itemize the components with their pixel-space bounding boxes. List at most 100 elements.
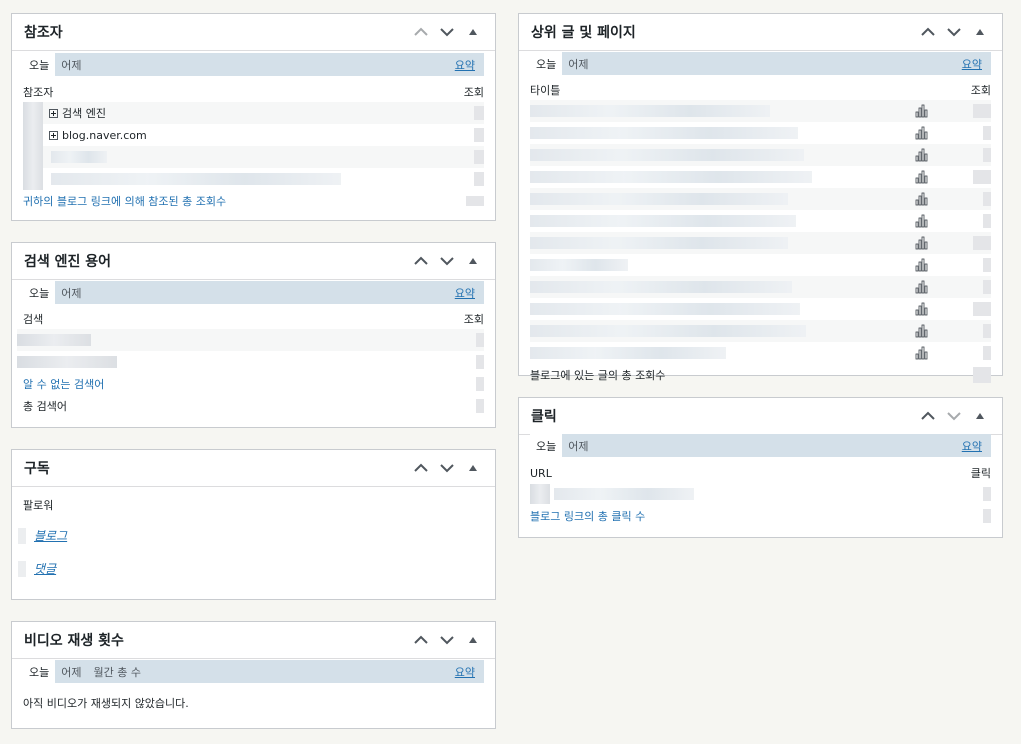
redacted-post-title[interactable] bbox=[530, 325, 806, 337]
panel-title: 구독 bbox=[24, 461, 50, 477]
stats-icon[interactable] bbox=[915, 258, 929, 272]
redacted-post-title[interactable] bbox=[530, 127, 798, 139]
collapse-toggle-icon[interactable] bbox=[969, 22, 991, 42]
move-down-icon[interactable] bbox=[436, 458, 458, 478]
tab-today[interactable]: 오늘 bbox=[23, 281, 56, 304]
move-up-icon[interactable] bbox=[410, 630, 432, 650]
panel-header: 구독 bbox=[12, 450, 495, 487]
stats-icon[interactable] bbox=[915, 192, 929, 206]
stats-icon[interactable] bbox=[915, 104, 929, 118]
tab-monthly-total[interactable]: 월간 총 수 bbox=[88, 660, 147, 683]
list-item[interactable]: blog.naver.com bbox=[23, 124, 484, 146]
move-up-icon[interactable] bbox=[410, 458, 432, 478]
redacted-post-title[interactable] bbox=[530, 193, 788, 205]
panel-header: 검색 엔진 용어 bbox=[12, 243, 495, 280]
col-views: 조회 bbox=[463, 86, 484, 99]
total-clicks-link[interactable]: 블로그 링크의 총 클릭 수 bbox=[530, 508, 645, 524]
summary-link[interactable]: 요약 bbox=[455, 285, 475, 301]
col-referrer: 참조자 bbox=[23, 86, 54, 99]
stats-icon[interactable] bbox=[915, 236, 929, 250]
redacted-post-title[interactable] bbox=[530, 215, 796, 227]
stats-icon[interactable] bbox=[915, 346, 929, 360]
table-row[interactable] bbox=[530, 166, 991, 188]
move-down-icon[interactable] bbox=[943, 22, 965, 42]
tab-today[interactable]: 오늘 bbox=[530, 434, 563, 457]
move-down-icon[interactable] bbox=[436, 251, 458, 271]
move-up-icon[interactable] bbox=[410, 22, 432, 42]
table-row[interactable] bbox=[530, 320, 991, 342]
table-row[interactable] bbox=[530, 144, 991, 166]
table-row[interactable] bbox=[530, 342, 991, 364]
table-row[interactable] bbox=[530, 210, 991, 232]
stats-icon[interactable] bbox=[915, 280, 929, 294]
panel-title: 상위 글 및 페이지 bbox=[531, 25, 636, 41]
move-down-icon[interactable] bbox=[943, 406, 965, 426]
panel-header: 참조자 bbox=[12, 14, 495, 51]
redacted-post-title[interactable] bbox=[530, 149, 804, 161]
move-up-icon[interactable] bbox=[917, 22, 939, 42]
move-down-icon[interactable] bbox=[436, 630, 458, 650]
stats-icon[interactable] bbox=[915, 324, 929, 338]
table-row[interactable] bbox=[530, 100, 991, 122]
tab-yesterday[interactable]: 어제 bbox=[55, 660, 87, 683]
summary-link[interactable]: 요약 bbox=[962, 438, 982, 454]
table-row[interactable] bbox=[530, 298, 991, 320]
collapse-toggle-icon[interactable] bbox=[462, 630, 484, 650]
redacted-post-title[interactable] bbox=[530, 303, 800, 315]
move-up-icon[interactable] bbox=[410, 251, 432, 271]
stats-icon[interactable] bbox=[915, 148, 929, 162]
summary-link[interactable]: 요약 bbox=[455, 664, 475, 680]
collapse-toggle-icon[interactable] bbox=[462, 458, 484, 478]
tab-today[interactable]: 오늘 bbox=[530, 52, 563, 75]
list-item[interactable] bbox=[23, 146, 484, 168]
stats-icon[interactable] bbox=[915, 126, 929, 140]
table-row[interactable] bbox=[530, 188, 991, 210]
table-row[interactable] bbox=[530, 254, 991, 276]
blog-followers-link[interactable]: 블로그 bbox=[34, 527, 67, 544]
table-row[interactable] bbox=[530, 122, 991, 144]
col-title: 타이틀 bbox=[530, 84, 561, 97]
tab-yesterday[interactable]: 어제 bbox=[55, 281, 87, 304]
referrers-panel: 참조자 오늘 어제 요약 참조자 조회 검색 엔진 blog.naver.com… bbox=[11, 13, 496, 221]
collapse-toggle-icon[interactable] bbox=[969, 406, 991, 426]
list-item[interactable]: 검색 엔진 bbox=[23, 102, 484, 124]
list-item[interactable] bbox=[530, 483, 991, 505]
list-item[interactable] bbox=[23, 168, 484, 190]
tab-yesterday[interactable]: 어제 bbox=[562, 52, 594, 75]
move-up-icon[interactable] bbox=[917, 406, 939, 426]
redacted-post-title[interactable] bbox=[530, 259, 628, 271]
followers-label: 팔로워 bbox=[23, 499, 54, 512]
top-posts-footer: 블로그에 있는 글의 총 조회수 bbox=[519, 364, 1002, 386]
redacted-post-title[interactable] bbox=[530, 281, 792, 293]
redacted-post-title[interactable] bbox=[530, 347, 726, 359]
stats-icon[interactable] bbox=[915, 170, 929, 184]
total-terms-row: 총 검색어 bbox=[12, 395, 495, 417]
table-row[interactable] bbox=[530, 276, 991, 298]
collapse-toggle-icon[interactable] bbox=[462, 22, 484, 42]
tab-today[interactable]: 오늘 bbox=[23, 53, 56, 76]
tab-today[interactable]: 오늘 bbox=[23, 660, 56, 683]
comment-followers-link[interactable]: 댓글 bbox=[34, 560, 56, 577]
col-search: 검색 bbox=[23, 313, 44, 326]
move-down-icon[interactable] bbox=[436, 22, 458, 42]
redacted-post-title[interactable] bbox=[530, 105, 770, 117]
unknown-search-terms-link[interactable]: 알 수 없는 검색어 bbox=[23, 376, 104, 392]
top-posts-panel: 상위 글 및 페이지 오늘 어제 요약 타이틀 조회 블로그에 있는 글의 총 … bbox=[518, 13, 1003, 383]
redacted-post-title[interactable] bbox=[530, 237, 788, 249]
tab-yesterday[interactable]: 어제 bbox=[55, 53, 87, 76]
summary-link[interactable]: 요약 bbox=[455, 57, 475, 73]
tab-yesterday[interactable]: 어제 bbox=[562, 434, 594, 457]
redacted-post-title[interactable] bbox=[530, 171, 812, 183]
summary-link[interactable]: 요약 bbox=[962, 56, 982, 72]
table-row[interactable] bbox=[530, 232, 991, 254]
collapse-toggle-icon[interactable] bbox=[462, 251, 484, 271]
col-clicks: 클릭 bbox=[970, 467, 991, 480]
stats-icon[interactable] bbox=[915, 302, 929, 316]
col-views: 조회 bbox=[970, 84, 991, 97]
expand-icon[interactable] bbox=[49, 108, 58, 118]
expand-icon[interactable] bbox=[49, 130, 58, 140]
total-referred-views-link[interactable]: 귀하의 블로그 링크에 의해 참조된 총 조회수 bbox=[23, 193, 226, 209]
search-terms-panel: 검색 엔진 용어 오늘 어제 요약 검색 조회 알 수 없는 검색어 총 검색어 bbox=[11, 242, 496, 428]
panel-title: 참조자 bbox=[24, 25, 63, 41]
stats-icon[interactable] bbox=[915, 214, 929, 228]
